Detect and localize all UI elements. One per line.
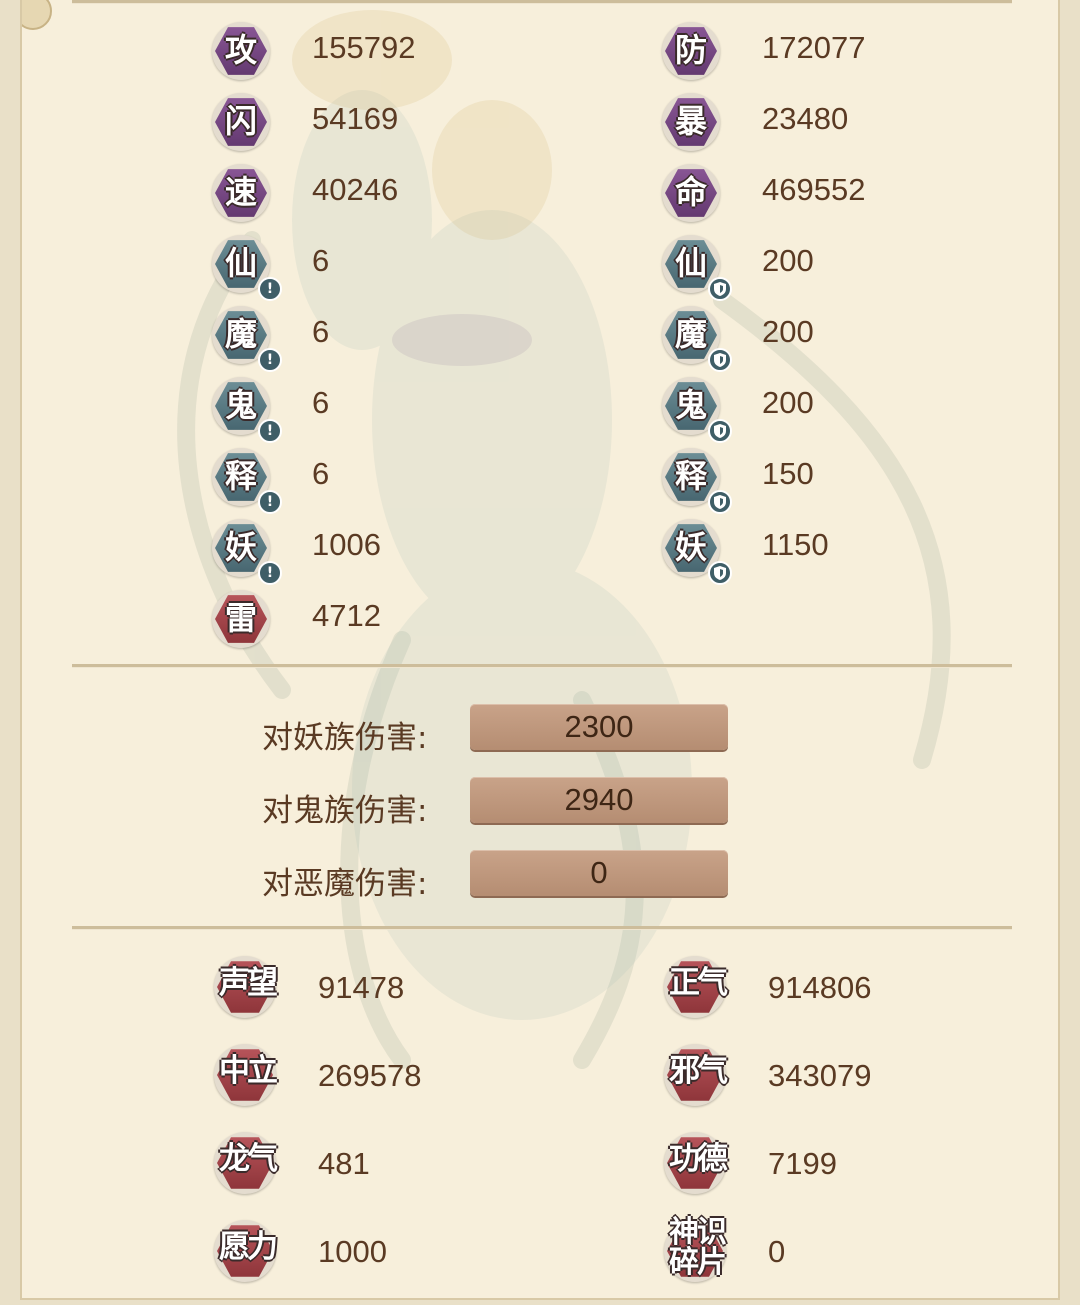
rep-label: 神识 碎片 <box>656 1218 738 1278</box>
race-attack-badge: 魔! <box>212 306 282 372</box>
shield-icon <box>708 490 732 514</box>
shield-icon <box>708 348 732 372</box>
race-attack-value: 6 <box>312 243 330 278</box>
race-defense-badge: 魔 <box>662 306 732 372</box>
speed-value: 40246 <box>312 172 399 207</box>
race-attack-badge: 释! <box>212 448 282 514</box>
shield-icon <box>708 277 732 301</box>
defense-value: 172077 <box>762 30 866 65</box>
race-attack-badge: 仙! <box>212 235 282 301</box>
race-defense-badge: 妖 <box>662 519 732 585</box>
hp-glyph: 命 <box>674 173 707 211</box>
damage-label: 对妖族伤害: <box>262 720 428 756</box>
crit-value: 23480 <box>762 101 849 136</box>
damage-value: 2940 <box>470 777 728 823</box>
rep-value: 0 <box>768 1234 786 1269</box>
section-divider <box>72 664 1012 668</box>
race-attack-badge: 鬼! <box>212 377 282 443</box>
rep-label: 声望 <box>219 965 278 1001</box>
attack-value: 155792 <box>312 30 416 65</box>
rep-label: 邪气 <box>669 1053 728 1089</box>
character-stats-panel: 攻 155792 闪 54169 速 40246 防 172077 暴 2348… <box>20 0 1060 1300</box>
shield-icon <box>708 561 732 585</box>
attack-badge: 攻 <box>212 22 270 80</box>
attack-glyph: 攻 <box>224 31 257 69</box>
section-divider <box>72 926 1012 930</box>
thunder-value: 4712 <box>312 598 381 633</box>
rep-value: 269578 <box>318 1058 422 1093</box>
thunder-badge: 雷 <box>212 590 270 648</box>
race-attack-value: 1006 <box>312 527 381 562</box>
race-defense-value: 200 <box>762 314 814 349</box>
crit-badge: 暴 <box>662 93 720 151</box>
hp-badge: 命 <box>662 164 720 222</box>
alert-icon: ! <box>258 490 282 514</box>
damage-value: 2300 <box>470 704 728 750</box>
race-defense-badge: 鬼 <box>662 377 732 443</box>
defense-glyph: 防 <box>674 31 707 69</box>
shield-icon <box>708 419 732 443</box>
dodge-value: 54169 <box>312 101 399 136</box>
race-attack-value: 6 <box>312 385 330 420</box>
rep-label-line2: 碎片 <box>669 1245 727 1280</box>
rep-value: 91478 <box>318 970 405 1005</box>
crit-glyph: 暴 <box>674 102 707 140</box>
dodge-glyph: 闪 <box>224 102 257 140</box>
top-divider <box>72 0 1012 4</box>
rep-value: 7199 <box>768 1146 837 1181</box>
rep-label: 功德 <box>669 1141 728 1177</box>
alert-icon: ! <box>258 277 282 301</box>
speed-glyph: 速 <box>224 173 257 211</box>
damage-value: 0 <box>470 850 728 896</box>
dodge-badge: 闪 <box>212 93 270 151</box>
hp-value: 469552 <box>762 172 866 207</box>
race-defense-value: 200 <box>762 385 814 420</box>
thunder-glyph: 雷 <box>224 599 257 637</box>
rep-label: 中立 <box>219 1053 278 1089</box>
race-attack-value: 6 <box>312 314 330 349</box>
race-defense-badge: 仙 <box>662 235 732 301</box>
race-defense-value: 150 <box>762 456 814 491</box>
damage-label: 对恶魔伤害: <box>262 866 428 902</box>
alert-icon: ! <box>258 348 282 372</box>
race-defense-value: 1150 <box>762 527 829 562</box>
race-defense-badge: 释 <box>662 448 732 514</box>
rep-value: 914806 <box>768 970 872 1005</box>
race-attack-value: 6 <box>312 456 330 491</box>
rep-value: 1000 <box>318 1234 387 1269</box>
alert-icon: ! <box>258 419 282 443</box>
race-defense-value: 200 <box>762 243 814 278</box>
alert-icon: ! <box>258 561 282 585</box>
defense-badge: 防 <box>662 22 720 80</box>
rep-label: 愿力 <box>219 1229 278 1265</box>
damage-label: 对鬼族伤害: <box>262 793 428 829</box>
rep-value: 343079 <box>768 1058 872 1093</box>
rep-label: 龙气 <box>219 1141 278 1177</box>
rep-value: 481 <box>318 1146 370 1181</box>
rep-label: 正气 <box>669 965 728 1001</box>
character-art-watermark <box>177 10 951 1069</box>
race-attack-badge: 妖! <box>212 519 282 585</box>
speed-badge: 速 <box>212 164 270 222</box>
